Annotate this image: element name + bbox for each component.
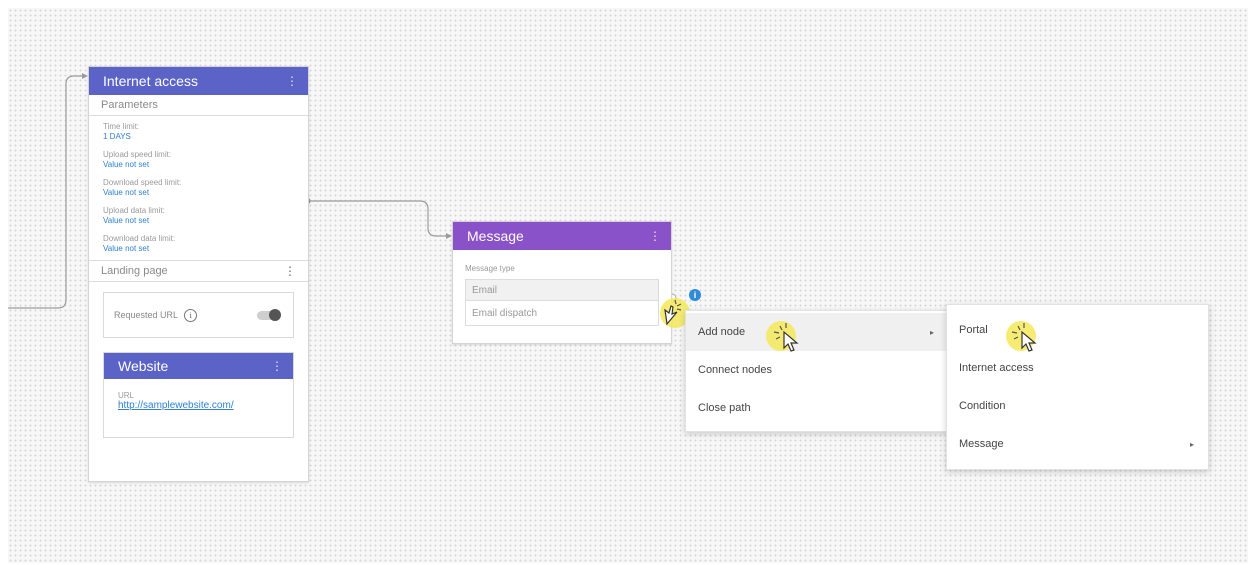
param-download-speed-limit[interactable]: Download speed limit: Value not set [103,178,294,198]
internet-access-node[interactable]: Internet access ⋮ Parameters Time limit:… [88,66,309,482]
cursor-click-icon [1011,323,1037,352]
submenu-item-internet-access[interactable]: Internet access [947,349,1208,387]
requested-url-card: Requested URL i [103,292,294,338]
info-icon[interactable]: i [184,308,198,322]
submenu-item-label: Portal [959,324,988,336]
requested-url-label: Requested URL [114,309,178,320]
menu-item-label: Connect nodes [698,364,772,376]
submenu-item-portal[interactable]: Portal [947,311,1208,349]
url-label: URL [118,391,135,400]
message-header[interactable]: Message ⋮ [453,222,671,250]
param-label: Download speed limit: [103,178,182,187]
param-upload-speed-limit[interactable]: Upload speed limit: Value not set [103,150,294,170]
param-value[interactable]: 1 DAYS [103,132,294,142]
website-card[interactable]: Website ⋮ URL http://samplewebsite.com/ [103,352,294,438]
menu-item-label: Close path [698,402,751,414]
menu-item-connect-nodes[interactable]: Connect nodes [686,351,948,389]
internet-access-title: Internet access [103,73,198,89]
email-dispatch-field[interactable]: Email dispatch [465,301,659,326]
message-type-label: Message type [465,264,515,273]
landing-page-kebab-icon[interactable]: ⋮ [284,264,296,278]
message-node[interactable]: Message ⋮ Message type Email Email dispa… [452,221,672,344]
param-time-limit[interactable]: Time limit: 1 DAYS [103,122,294,142]
cursor-click-icon [773,323,799,352]
submenu-item-label: Message [959,438,1004,450]
toggle-knob [269,308,281,321]
landing-page-section-header: Landing page ⋮ [89,261,308,282]
parameters-section-header: Parameters [89,95,308,116]
add-node-submenu: Portal Internet access Condition Message… [946,304,1209,470]
submenu-item-label: Condition [959,400,1006,412]
submenu-caret-icon: ▸ [929,327,934,337]
submenu-item-message[interactable]: Message ▸ [947,425,1208,463]
submenu-caret-icon: ▸ [1189,439,1194,449]
message-type-field[interactable]: Email [465,279,659,301]
param-label: Upload data limit: [103,206,165,215]
kebab-menu-icon[interactable]: ⋮ [286,74,298,88]
cursor-click-icon [664,299,682,326]
param-label: Time limit: [103,122,140,131]
notification-badge-icon[interactable]: i [689,289,701,301]
parameters-label: Parameters [101,99,158,111]
website-title: Website [118,358,169,374]
param-label: Upload speed limit: [103,150,172,159]
message-title: Message [467,228,524,244]
menu-item-close-path[interactable]: Close path [686,389,948,427]
website-header[interactable]: Website ⋮ [104,353,293,379]
param-value[interactable]: Value not set [103,244,294,254]
landing-page-label: Landing page [101,265,168,277]
param-value[interactable]: Value not set [103,160,294,170]
parameters-list: Time limit: 1 DAYS Upload speed limit: V… [89,116,308,261]
param-upload-data-limit[interactable]: Upload data limit: Value not set [103,206,294,226]
submenu-item-condition[interactable]: Condition [947,387,1208,425]
menu-item-add-node[interactable]: Add node ▸ [686,313,948,351]
context-menu: Add node ▸ Connect nodes Close path [685,310,949,432]
kebab-menu-icon[interactable]: ⋮ [271,359,283,373]
kebab-menu-icon[interactable]: ⋮ [649,229,661,243]
param-value[interactable]: Value not set [103,216,294,226]
submenu-item-label: Internet access [959,362,1034,374]
internet-access-header[interactable]: Internet access ⋮ [89,67,308,95]
website-url-link[interactable]: http://samplewebsite.com/ [118,400,279,411]
menu-item-label: Add node [698,326,746,338]
requested-url-toggle[interactable] [257,308,281,321]
param-label: Download data limit: [103,234,176,243]
param-value[interactable]: Value not set [103,188,294,198]
requested-url-label-wrap: Requested URL i [114,308,198,322]
param-download-data-limit[interactable]: Download data limit: Value not set [103,234,294,254]
